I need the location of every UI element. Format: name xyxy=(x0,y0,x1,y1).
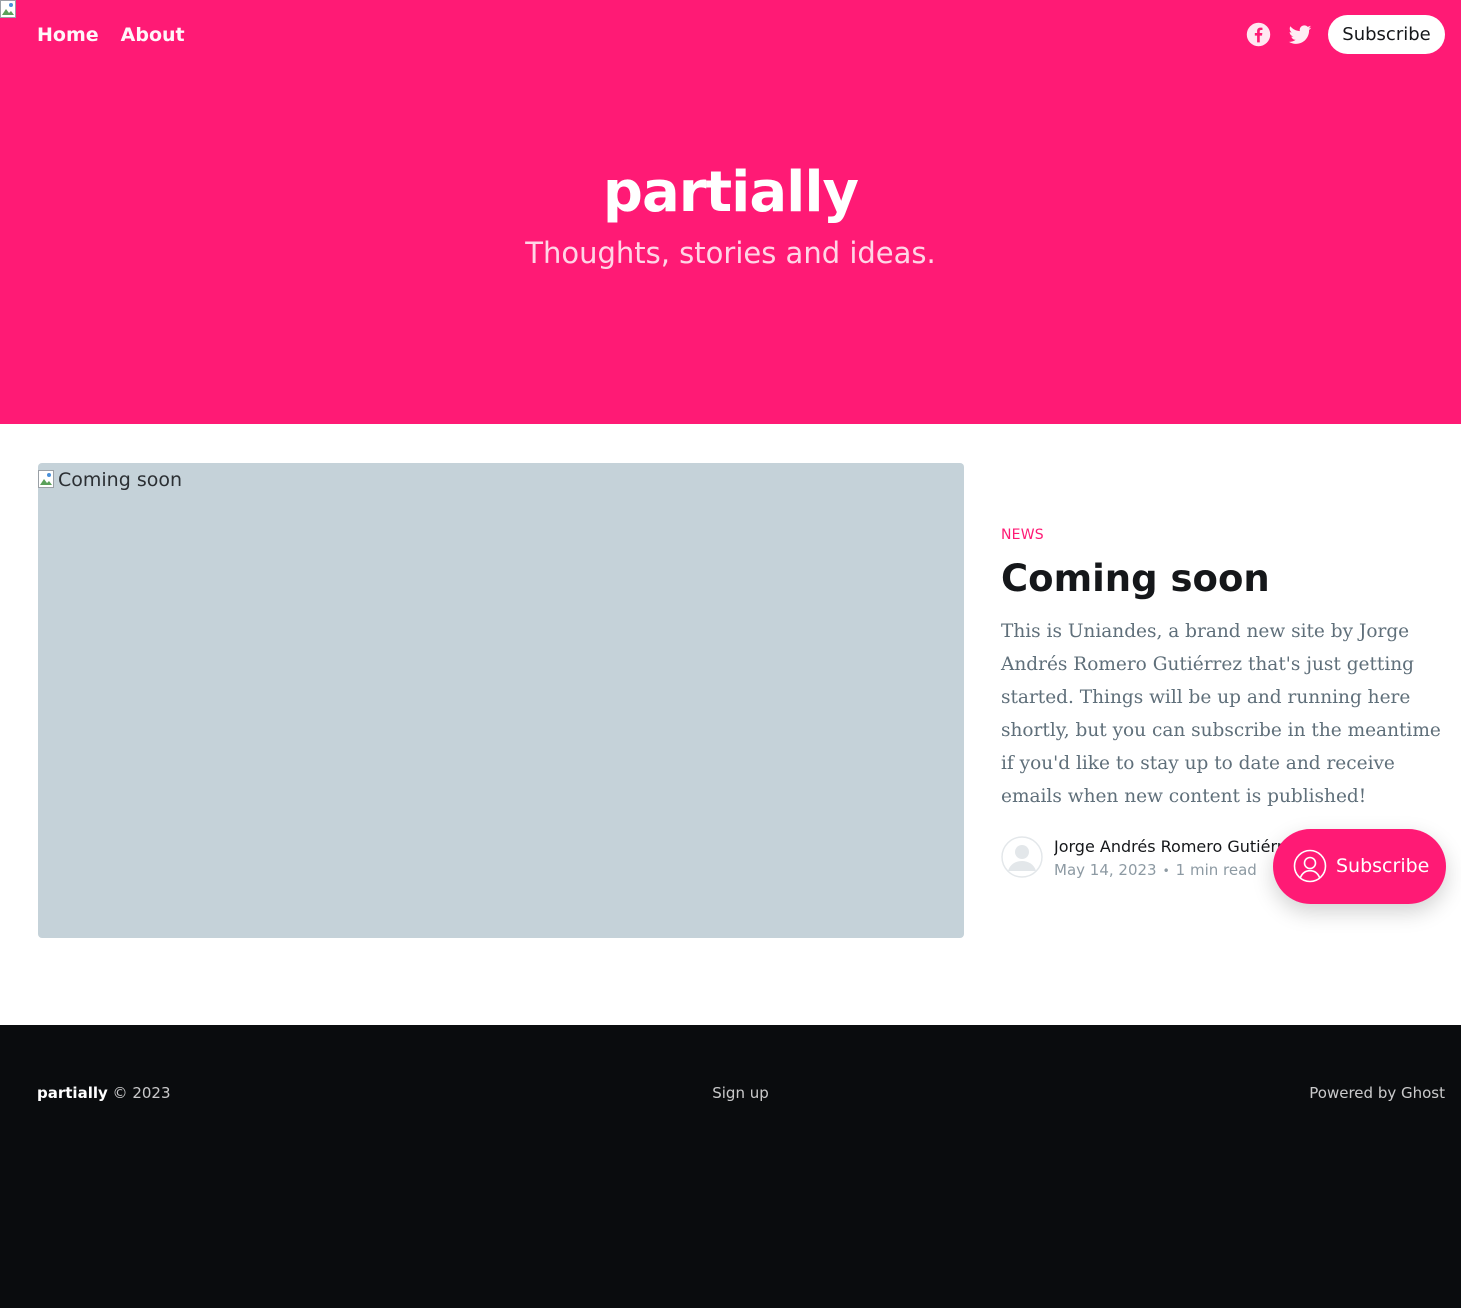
post-excerpt[interactable]: This is Uniandes, a brand new site by Jo… xyxy=(1001,615,1446,813)
author-name[interactable]: Jorge Andrés Romero Gutiérrez xyxy=(1054,835,1284,859)
site-footer: partially © 2023 Sign up Powered by Ghos… xyxy=(0,1025,1461,1308)
powered-by-link[interactable]: Powered by Ghost xyxy=(1309,1082,1445,1104)
facebook-icon[interactable] xyxy=(1246,22,1271,47)
post-date: May 14, 2023 xyxy=(1054,861,1157,879)
site-description: Thoughts, stories and ideas. xyxy=(525,236,936,270)
nav-about[interactable]: About xyxy=(121,20,185,50)
meta-separator: • xyxy=(1162,864,1170,878)
portal-subscribe-label: Subscribe xyxy=(1336,855,1430,877)
broken-image-icon xyxy=(38,470,54,488)
site-title: partially xyxy=(602,160,859,225)
post-tag[interactable]: NEWS xyxy=(1001,525,1044,545)
post-title[interactable]: Coming soon xyxy=(1001,554,1270,604)
image-alt-wrapper: Coming soon xyxy=(38,463,182,497)
twitter-icon[interactable] xyxy=(1288,24,1312,46)
broken-image-icon xyxy=(0,0,16,18)
author-avatar[interactable] xyxy=(999,834,1045,880)
post-card-image[interactable]: Coming soon xyxy=(38,463,964,938)
main-nav: Home About xyxy=(37,20,185,50)
user-circle-icon xyxy=(1293,849,1327,883)
portal-subscribe-button[interactable]: Subscribe xyxy=(1273,829,1446,904)
nav-home[interactable]: Home xyxy=(37,20,99,50)
user-placeholder-icon xyxy=(1001,836,1043,878)
footer-signup-link[interactable]: Sign up xyxy=(0,1082,1461,1104)
reading-time: 1 min read xyxy=(1175,861,1257,879)
site-header: Home About Subscribe partially Thoughts,… xyxy=(0,0,1461,424)
post-meta: May 14, 2023 • 1 min read xyxy=(1054,859,1257,882)
image-alt-text: Coming soon xyxy=(58,469,183,491)
subscribe-button[interactable]: Subscribe xyxy=(1328,15,1445,54)
